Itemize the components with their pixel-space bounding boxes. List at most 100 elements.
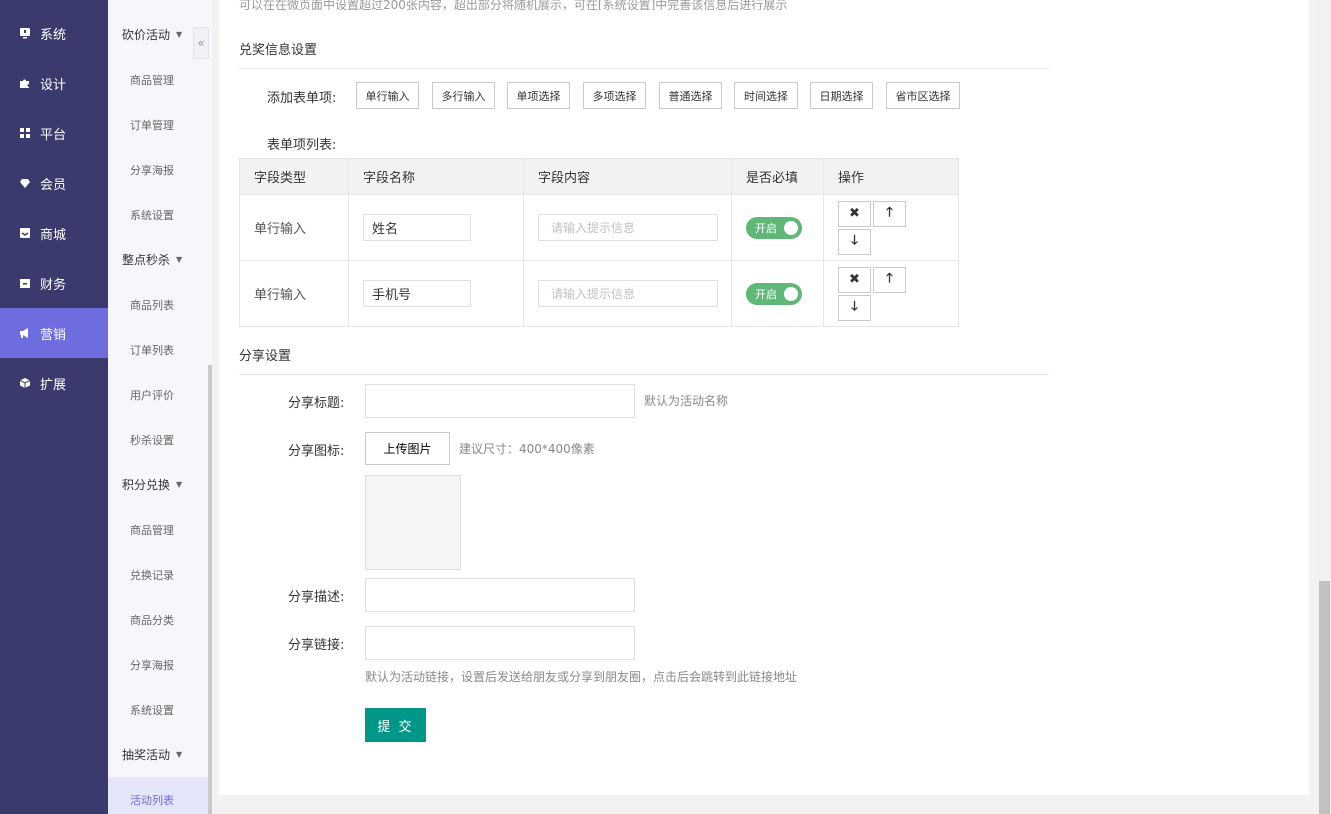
primary-sidebar: 系统 设计 平台 会员 商城 财务 营销 扩展 bbox=[0, 0, 108, 814]
main-scrollbar[interactable] bbox=[1318, 0, 1331, 814]
secondary-sidebar: 砍价活动 ▼ 商品管理 订单管理 分享海报 系统设置 整点秒杀 ▼ 商品列表 订单列… bbox=[108, 0, 212, 814]
menu-group-points[interactable]: 积分兑换 ▼ bbox=[108, 462, 212, 507]
add-single-choice-button[interactable]: 单项选择 bbox=[507, 82, 570, 109]
share-link-label: 分享链接: bbox=[288, 638, 345, 653]
add-region-button[interactable]: 省市区选择 bbox=[886, 82, 960, 109]
arrow-up-icon[interactable]: 🡑 bbox=[873, 200, 906, 227]
caret-down-icon: ▼ bbox=[176, 255, 183, 264]
menu-item[interactable]: 商品分类 bbox=[108, 597, 212, 642]
add-date-button[interactable]: 日期选择 bbox=[810, 82, 873, 109]
share-title-label: 分享标题: bbox=[288, 396, 345, 411]
puzzle-icon bbox=[18, 76, 32, 90]
menu-item[interactable]: 系统设置 bbox=[108, 192, 212, 237]
required-toggle[interactable]: 开启 bbox=[746, 216, 802, 239]
field-content-input[interactable]: 请输入提示信息 bbox=[538, 214, 718, 241]
menu-group-label: 砍价活动 bbox=[122, 28, 171, 42]
nav-item-label: 系统 bbox=[40, 27, 67, 43]
add-single-line-button[interactable]: 单行输入 bbox=[356, 82, 419, 109]
nav-item-mall[interactable]: 商城 bbox=[0, 208, 108, 258]
menu-item[interactable]: 商品列表 bbox=[108, 282, 212, 327]
sidebar-scrollbar[interactable] bbox=[208, 365, 212, 814]
top-note: 可以在在微页面中设置超过200张内容，超出部分将随机展示，可在[系统设置]中完善… bbox=[239, 0, 788, 10]
menu-item-active[interactable]: 活动列表 bbox=[108, 777, 212, 814]
caret-down-icon: ▼ bbox=[176, 480, 183, 489]
table-row: 单行输入 手机号 请输入提示信息 开启 ✖ 🡑 🡓 bbox=[239, 260, 959, 327]
menu-item[interactable]: 商品管理 bbox=[108, 57, 212, 102]
ops-cell: ✖ 🡑 🡓 bbox=[823, 194, 959, 261]
scrollbar-thumb[interactable] bbox=[1319, 581, 1330, 814]
field-content-cell: 请输入提示信息 bbox=[523, 260, 732, 327]
field-type-cell: 单行输入 bbox=[239, 260, 349, 327]
share-icon-hint: 建议尺寸：400*400像素 bbox=[459, 442, 595, 456]
menu-item[interactable]: 分享海报 bbox=[108, 147, 212, 192]
toggle-knob bbox=[784, 286, 798, 301]
megaphone-icon bbox=[18, 326, 32, 340]
row-actions: ✖ 🡑 🡓 bbox=[838, 266, 910, 321]
menu-group-lottery[interactable]: 抽奖活动 ▼ bbox=[108, 732, 212, 777]
menu-item[interactable]: 商品管理 bbox=[108, 507, 212, 552]
add-time-button[interactable]: 时间选择 bbox=[734, 82, 798, 109]
toggle-knob bbox=[784, 220, 798, 235]
caret-down-icon: ▼ bbox=[176, 750, 183, 759]
ops-cell: ✖ 🡑 🡓 bbox=[823, 260, 959, 327]
monitor-icon bbox=[18, 26, 32, 40]
submit-button[interactable]: 提 交 bbox=[365, 708, 426, 742]
share-title-hint: 默认为活动名称 bbox=[644, 394, 729, 408]
field-list-label: 表单项列表: bbox=[267, 138, 337, 153]
nav-item-label: 商城 bbox=[40, 227, 67, 243]
grid-icon bbox=[18, 126, 32, 140]
nav-item-label: 平台 bbox=[40, 127, 67, 143]
field-name-input[interactable]: 姓名 bbox=[363, 214, 471, 241]
nav-item-label: 财务 bbox=[40, 277, 67, 293]
column-header: 操作 bbox=[823, 158, 959, 195]
share-title-input[interactable] bbox=[365, 384, 635, 418]
share-icon-label: 分享图标: bbox=[288, 444, 345, 459]
divider bbox=[239, 374, 1049, 375]
menu-item[interactable]: 订单管理 bbox=[108, 102, 212, 147]
nav-item-label: 扩展 bbox=[40, 377, 67, 393]
menu-item[interactable]: 订单列表 bbox=[108, 327, 212, 372]
nav-item-extend[interactable]: 扩展 bbox=[0, 358, 108, 408]
nav-item-design[interactable]: 设计 bbox=[0, 58, 108, 108]
share-link-input[interactable] bbox=[365, 626, 635, 660]
menu-item[interactable]: 系统设置 bbox=[108, 687, 212, 732]
add-select-button[interactable]: 普通选择 bbox=[659, 82, 722, 109]
menu-group-label: 积分兑换 bbox=[122, 478, 171, 492]
nav-item-platform[interactable]: 平台 bbox=[0, 108, 108, 158]
share-desc-input[interactable] bbox=[365, 578, 635, 612]
menu-item[interactable]: 秒杀设置 bbox=[108, 417, 212, 462]
required-toggle[interactable]: 开启 bbox=[746, 282, 802, 305]
nav-item-system[interactable]: 系统 bbox=[0, 8, 108, 58]
add-field-label: 添加表单项: bbox=[267, 91, 337, 106]
column-header: 字段类型 bbox=[239, 158, 349, 195]
arrow-up-icon[interactable]: 🡑 bbox=[873, 266, 906, 293]
menu-group-flash-sale[interactable]: 整点秒杀 ▼ bbox=[108, 237, 212, 282]
close-icon[interactable]: ✖ bbox=[838, 200, 871, 227]
form-field-table: 字段类型 字段名称 字段内容 是否必填 操作 单行输入 姓名 请输入提示信息 开… bbox=[239, 158, 959, 327]
nav-item-marketing[interactable]: 营销 bbox=[0, 308, 108, 358]
field-name-cell: 手机号 bbox=[348, 260, 524, 327]
toggle-label: 开启 bbox=[755, 287, 777, 301]
nav-item-label: 设计 bbox=[40, 77, 67, 93]
field-name-cell: 姓名 bbox=[348, 194, 524, 261]
menu-item[interactable]: 分享海报 bbox=[108, 642, 212, 687]
upload-image-button[interactable]: 上传图片 bbox=[365, 432, 450, 465]
menu-item[interactable]: 兑换记录 bbox=[108, 552, 212, 597]
arrow-down-icon[interactable]: 🡓 bbox=[838, 294, 871, 321]
add-multi-line-button[interactable]: 多行输入 bbox=[432, 82, 495, 109]
share-desc-label: 分享描述: bbox=[288, 590, 345, 605]
field-name-input[interactable]: 手机号 bbox=[363, 280, 471, 307]
required-cell: 开启 bbox=[731, 194, 824, 261]
row-actions: ✖ 🡑 🡓 bbox=[838, 200, 910, 255]
close-icon[interactable]: ✖ bbox=[838, 266, 871, 293]
main-content: 可以在在微页面中设置超过200张内容，超出部分将随机展示，可在[系统设置]中完善… bbox=[219, 0, 1309, 795]
menu-item[interactable]: 用户评价 bbox=[108, 372, 212, 417]
add-multi-choice-button[interactable]: 多项选择 bbox=[583, 82, 646, 109]
arrow-down-icon[interactable]: 🡓 bbox=[838, 228, 871, 255]
menu-group-label: 整点秒杀 bbox=[122, 253, 171, 267]
double-chevron-left-icon[interactable]: « bbox=[193, 27, 209, 59]
nav-item-finance[interactable]: 财务 bbox=[0, 258, 108, 308]
required-cell: 开启 bbox=[731, 260, 824, 327]
field-content-input[interactable]: 请输入提示信息 bbox=[538, 280, 718, 307]
nav-item-member[interactable]: 会员 bbox=[0, 158, 108, 208]
